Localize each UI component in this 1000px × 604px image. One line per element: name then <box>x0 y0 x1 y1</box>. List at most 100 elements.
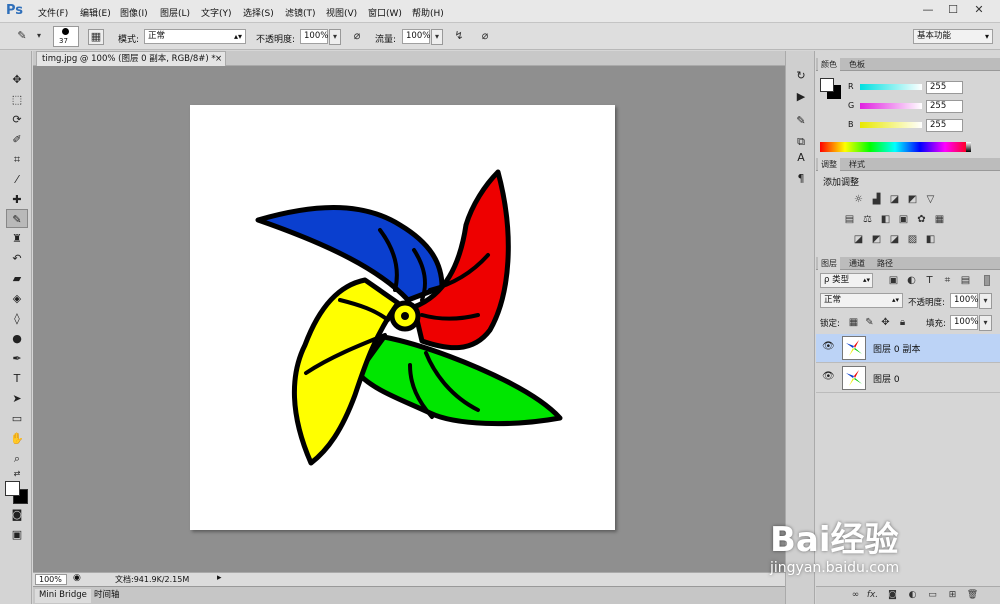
channel-r-slider[interactable] <box>860 84 922 90</box>
pressure-size-icon[interactable]: ⌀ <box>477 29 493 43</box>
lock-position-icon[interactable]: ✥ <box>879 317 892 328</box>
channel-r-value[interactable]: 255 <box>926 81 963 94</box>
close-tab-icon[interactable]: × <box>215 52 222 66</box>
brush-panel-icon[interactable]: ✎ <box>792 113 810 129</box>
menu-select[interactable]: 选择(S) <box>243 6 274 19</box>
black-white-icon[interactable]: ◧ <box>879 214 892 225</box>
lock-transparent-icon[interactable]: ▦ <box>847 317 860 328</box>
curves-icon[interactable]: ◪ <box>888 194 901 205</box>
threshold-icon[interactable]: ◪ <box>888 234 901 245</box>
channel-g-slider[interactable] <box>860 103 922 109</box>
history-panel-icon[interactable]: ↻ <box>792 68 810 84</box>
filter-type-icon[interactable]: T <box>923 275 936 286</box>
clone-source-icon[interactable]: ⧉ <box>792 134 810 150</box>
layer-row-copy[interactable]: 👁︎ 图层 0 副本 <box>816 334 1000 363</box>
exposure-icon[interactable]: ◩ <box>906 194 919 205</box>
chevron-down-icon[interactable]: ▾ <box>34 29 44 43</box>
shape-tool-icon[interactable]: ▭ <box>6 409 28 428</box>
menu-filter[interactable]: 滤镜(T) <box>285 6 316 19</box>
tab-color[interactable]: 颜色 <box>818 58 840 71</box>
flow-dropdown-icon[interactable]: ▾ <box>431 29 443 45</box>
menu-help[interactable]: 帮助(H) <box>412 6 444 19</box>
tab-paths[interactable]: 路径 <box>874 257 896 270</box>
status-options-icon[interactable]: ◉ <box>73 573 81 583</box>
channel-mixer-icon[interactable]: ✿ <box>915 214 928 225</box>
opacity-input[interactable]: 100% <box>300 29 328 44</box>
channel-b-slider[interactable] <box>860 122 922 128</box>
layer-name[interactable]: 图层 0 <box>873 372 900 385</box>
brightness-icon[interactable]: ☼ <box>852 194 865 205</box>
tab-styles[interactable]: 样式 <box>846 158 868 171</box>
fill-dropdown-icon[interactable]: ▾ <box>979 315 992 331</box>
visibility-eye-icon[interactable]: 👁︎ <box>822 371 835 382</box>
menu-view[interactable]: 视图(V) <box>326 6 357 19</box>
screen-mode-icon[interactable]: ▣ <box>6 525 28 544</box>
close-window-button[interactable]: ✕ <box>969 2 989 18</box>
filter-adjustment-icon[interactable]: ◐ <box>905 275 918 286</box>
channel-g-value[interactable]: 255 <box>926 100 963 113</box>
black-white-ramp[interactable] <box>966 142 971 152</box>
layer-name[interactable]: 图层 0 副本 <box>873 342 920 355</box>
restore-button[interactable]: ☐ <box>943 2 963 18</box>
layer-filter-select[interactable]: ρ 类型 ▴▾ <box>820 273 873 288</box>
flow-input[interactable]: 100% <box>402 29 430 44</box>
menu-window[interactable]: 窗口(W) <box>368 6 402 19</box>
tab-adjustments[interactable]: 调整 <box>818 158 840 171</box>
history-brush-tool-icon[interactable]: ↶ <box>6 249 28 268</box>
character-panel-icon[interactable]: A <box>792 150 810 166</box>
lasso-tool-icon[interactable]: ⟳ <box>6 110 28 129</box>
brush-tool-icon[interactable]: ✎ <box>6 209 28 228</box>
color-lookup-icon[interactable]: ▦ <box>933 214 946 225</box>
fill-input[interactable]: 100% <box>950 315 978 330</box>
brush-panel-toggle-icon[interactable]: ▦ <box>88 29 104 45</box>
new-layer-icon[interactable]: ⊞ <box>946 589 959 602</box>
levels-icon[interactable]: ▟ <box>870 194 883 205</box>
photo-filter-icon[interactable]: ▣ <box>897 214 910 225</box>
blend-mode-select[interactable]: 正常 ▴▾ <box>820 293 903 308</box>
move-tool-icon[interactable]: ✥ <box>6 70 28 89</box>
pressure-opacity-icon[interactable]: ⌀ <box>349 29 365 43</box>
invert-icon[interactable]: ◪ <box>852 234 865 245</box>
hue-saturation-icon[interactable]: ▤ <box>843 214 856 225</box>
channel-b-value[interactable]: 255 <box>926 119 963 132</box>
airbrush-icon[interactable]: ↯ <box>451 29 467 43</box>
crop-tool-icon[interactable]: ⌗ <box>6 150 28 169</box>
filter-shape-icon[interactable]: ⌗ <box>941 275 954 286</box>
quick-select-tool-icon[interactable]: ✐ <box>6 130 28 149</box>
clone-stamp-tool-icon[interactable]: ♜ <box>6 229 28 248</box>
document-tab[interactable]: timg.jpg @ 100% (图层 0 副本, RGB/8#) * × <box>36 51 226 66</box>
paragraph-panel-icon[interactable]: ¶ <box>792 171 810 187</box>
eyedropper-tool-icon[interactable]: ⁄ <box>6 170 28 189</box>
document-canvas[interactable] <box>190 105 615 530</box>
layer-opacity-input[interactable]: 100% <box>950 293 978 308</box>
link-layers-icon[interactable]: ∞ <box>849 589 862 602</box>
visibility-eye-icon[interactable]: 👁︎ <box>822 341 835 352</box>
hand-tool-icon[interactable]: ✋ <box>6 429 28 448</box>
menu-file[interactable]: 文件(F) <box>38 6 68 19</box>
brush-tool-icon[interactable]: ✎ <box>14 29 30 43</box>
zoom-level-field[interactable]: 100% <box>35 574 67 585</box>
path-select-tool-icon[interactable]: ➤ <box>6 389 28 408</box>
marquee-tool-icon[interactable]: ⬚ <box>6 90 28 109</box>
mode-select[interactable]: 正常 ▴▾ <box>144 29 246 44</box>
pen-tool-icon[interactable]: ✒ <box>6 349 28 368</box>
tab-timeline[interactable]: 时间轴 <box>90 589 124 603</box>
dodge-tool-icon[interactable]: ● <box>6 329 28 348</box>
color-balance-icon[interactable]: ⚖ <box>861 214 874 225</box>
color-spectrum-bar[interactable] <box>820 142 970 152</box>
tab-channels[interactable]: 通道 <box>846 257 868 270</box>
blur-tool-icon[interactable]: ◊ <box>6 309 28 328</box>
workspace-select[interactable]: 基本功能 ▾ <box>913 29 993 44</box>
lock-pixels-icon[interactable]: ✎ <box>863 317 876 328</box>
menu-image[interactable]: 图像(I) <box>120 6 148 19</box>
menu-type[interactable]: 文字(Y) <box>201 6 232 19</box>
layer-style-button[interactable]: fx. <box>866 589 879 602</box>
new-adjustment-icon[interactable]: ◐ <box>906 589 919 602</box>
filter-smart-object-icon[interactable]: ▤ <box>959 275 972 286</box>
minimize-button[interactable]: — <box>918 2 938 18</box>
selective-color-icon[interactable]: ◧ <box>924 234 937 245</box>
status-menu-arrow-icon[interactable]: ▸ <box>217 573 222 583</box>
vibrance-icon[interactable]: ▽ <box>924 194 937 205</box>
layer-opacity-dropdown-icon[interactable]: ▾ <box>979 293 992 309</box>
paint-bucket-tool-icon[interactable]: ◈ <box>6 289 28 308</box>
